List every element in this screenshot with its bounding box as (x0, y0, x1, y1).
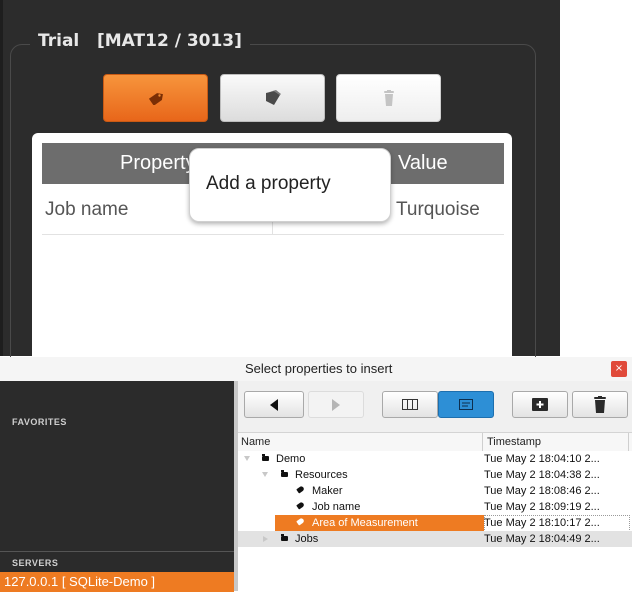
tree-header: Name Timestamp (238, 432, 632, 452)
column-header-value[interactable]: Value (398, 143, 448, 184)
expand-arrow-icon[interactable] (262, 472, 268, 477)
tree-row[interactable]: Jobs Tue May 2 18:04:49 2... (238, 531, 632, 547)
add-property-button[interactable] (103, 74, 208, 122)
column-header-property[interactable]: Property (120, 143, 196, 184)
property-tree: Demo Tue May 2 18:04:10 2... Resources T… (238, 451, 632, 591)
forward-button[interactable] (308, 391, 364, 418)
tree-item-timestamp: Tue May 2 18:10:17 2... (484, 517, 600, 529)
tree-item-name: Area of Measurement (312, 517, 418, 529)
tag-icon (296, 501, 305, 510)
server-item[interactable]: 127.0.0.1 [ SQLite-Demo ] (0, 572, 234, 592)
tree-row[interactable]: Demo Tue May 2 18:04:10 2... (238, 451, 632, 467)
tag-icon (296, 485, 305, 494)
tree-row[interactable]: Job name Tue May 2 18:09:19 2... (238, 499, 632, 515)
dialog-toolbar (238, 381, 632, 431)
back-button[interactable] (244, 391, 304, 418)
forward-arrow-icon (332, 398, 340, 411)
tree-item-name: Job name (312, 501, 361, 513)
column-divider[interactable] (482, 433, 483, 451)
tree-row-selected[interactable]: Area of Measurement Tue May 2 18:10:17 2… (238, 515, 632, 532)
favorites-header: FAVORITES (12, 417, 67, 427)
sidebar-divider (0, 551, 234, 552)
list-view-button[interactable] (438, 391, 494, 418)
trial-panel: Trial [MAT12 / 3013] Property Value Job … (0, 0, 560, 376)
add-folder-icon (532, 398, 548, 411)
cell-property[interactable]: Job name (45, 184, 128, 234)
servers-header: SERVERS (12, 558, 59, 568)
back-arrow-icon (270, 398, 278, 411)
tree-item-timestamp: Tue May 2 18:04:10 2... (484, 453, 600, 465)
tooltip-text: Add a property (206, 173, 331, 194)
columns-view-icon (402, 399, 418, 410)
tree-item-timestamp: Tue May 2 18:09:19 2... (484, 501, 600, 513)
cell-value[interactable]: Turquoise (396, 184, 480, 234)
delete-property-button[interactable] (336, 74, 441, 122)
tree-item-timestamp: Tue May 2 18:04:49 2... (484, 533, 600, 545)
collapse-arrow-icon[interactable] (263, 536, 268, 542)
trash-icon (594, 396, 606, 413)
tree-item-timestamp: Tue May 2 18:04:38 2... (484, 469, 600, 481)
tree-row[interactable]: Resources Tue May 2 18:04:38 2... (238, 467, 632, 483)
list-view-icon (459, 399, 473, 410)
dialog-title: Select properties to insert (245, 361, 393, 376)
add-property-tooltip: Add a property (189, 148, 391, 222)
delete-button[interactable] (572, 391, 628, 418)
close-icon[interactable]: × (611, 361, 627, 377)
folder-icon (281, 470, 288, 477)
trash-icon (383, 90, 394, 106)
dialog-titlebar: Select properties to insert × (0, 357, 632, 382)
select-properties-dialog: Select properties to insert × FAVORITES … (0, 357, 632, 592)
tag-icon (148, 93, 163, 105)
folder-icon (281, 534, 288, 541)
columns-view-button[interactable] (382, 391, 438, 418)
column-header-name[interactable]: Name (241, 433, 270, 451)
panel-edge (0, 0, 3, 356)
tree-row[interactable]: Maker Tue May 2 18:08:46 2... (238, 483, 632, 499)
column-header-timestamp[interactable]: Timestamp (487, 433, 541, 451)
folder-icon (262, 454, 269, 461)
tree-item-name: Jobs (295, 533, 319, 545)
tree-item-name: Maker (312, 485, 343, 497)
sidebar: FAVORITES SERVERS 127.0.0.1 [ SQLite-Dem… (0, 381, 234, 592)
tags-icon (265, 90, 281, 105)
add-folder-button[interactable] (512, 391, 568, 418)
tree-item-timestamp: Tue May 2 18:08:46 2... (484, 485, 600, 497)
add-multiple-properties-button[interactable] (220, 74, 325, 122)
column-divider[interactable] (628, 433, 629, 451)
tree-item-name: Demo (276, 453, 306, 465)
trial-title: Trial [MAT12 / 3013] (30, 29, 250, 53)
expand-arrow-icon[interactable] (244, 456, 250, 461)
tree-item-name: Resources (295, 469, 348, 481)
